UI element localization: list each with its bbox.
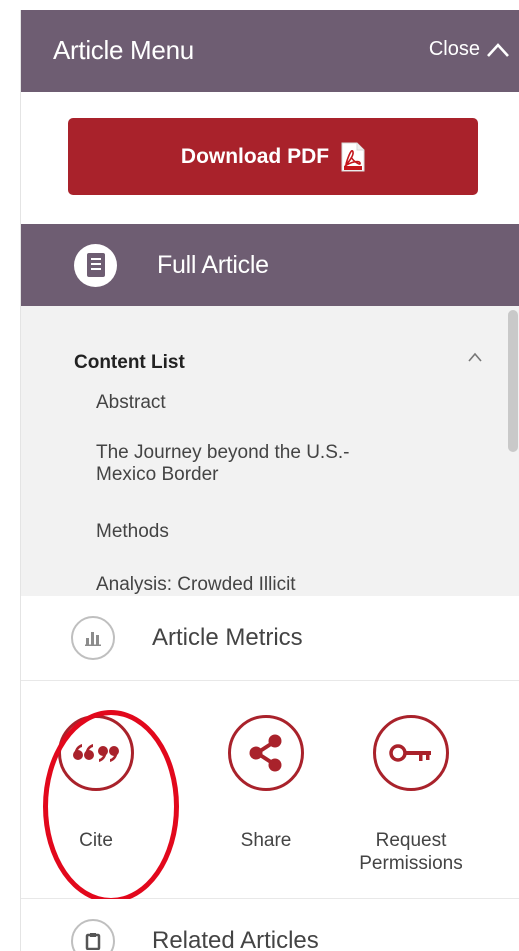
content-list-section: Content List Abstract The Journey beyond… xyxy=(21,306,519,596)
full-article-section[interactable]: Full Article xyxy=(21,224,519,306)
full-article-label: Full Article xyxy=(157,250,269,279)
quote-icon xyxy=(58,715,134,791)
chevron-up-icon[interactable] xyxy=(467,350,483,368)
toc-item-methods[interactable]: Methods xyxy=(96,521,169,543)
article-menu-panel: Article Menu Close Download PDF Full Art… xyxy=(20,10,519,951)
share-icon xyxy=(228,715,304,791)
cite-button[interactable]: Cite xyxy=(21,715,171,852)
request-permissions-label: Request Permissions xyxy=(359,830,463,874)
request-permissions-button[interactable]: Request Permissions xyxy=(336,715,486,875)
close-menu-button[interactable]: Close xyxy=(429,38,510,61)
share-button[interactable]: Share xyxy=(191,715,341,852)
content-list-scrollbar[interactable] xyxy=(508,310,518,452)
article-actions: Cite Share Request Permissions xyxy=(21,681,519,903)
download-pdf-button[interactable]: Download PDF xyxy=(68,118,478,195)
content-list-title: Content List xyxy=(74,352,185,373)
share-label: Share xyxy=(240,830,292,851)
toc-item-journey[interactable]: The Journey beyond the U.S.- Mexico Bord… xyxy=(96,442,349,486)
bar-chart-icon xyxy=(71,616,115,660)
menu-title: Article Menu xyxy=(53,35,194,65)
toc-item-analysis[interactable]: Analysis: Crowded Illicit xyxy=(96,574,296,596)
chevron-up-icon xyxy=(487,42,509,57)
article-menu-header: Article Menu Close xyxy=(21,10,519,92)
related-articles-label: Related Articles xyxy=(152,927,319,951)
clipboard-icon xyxy=(71,919,115,951)
cite-label: Cite xyxy=(79,830,113,851)
document-icon xyxy=(74,243,117,287)
article-metrics-label: Article Metrics xyxy=(152,624,303,651)
download-area: Download PDF xyxy=(21,92,519,224)
toc-item-abstract[interactable]: Abstract xyxy=(96,392,166,414)
pdf-file-icon xyxy=(341,142,365,172)
download-pdf-label: Download PDF xyxy=(180,144,330,168)
key-icon xyxy=(373,715,449,791)
related-articles-item[interactable]: Related Articles xyxy=(21,899,519,951)
close-label: Close xyxy=(428,38,480,60)
article-metrics-item[interactable]: Article Metrics xyxy=(21,596,519,681)
